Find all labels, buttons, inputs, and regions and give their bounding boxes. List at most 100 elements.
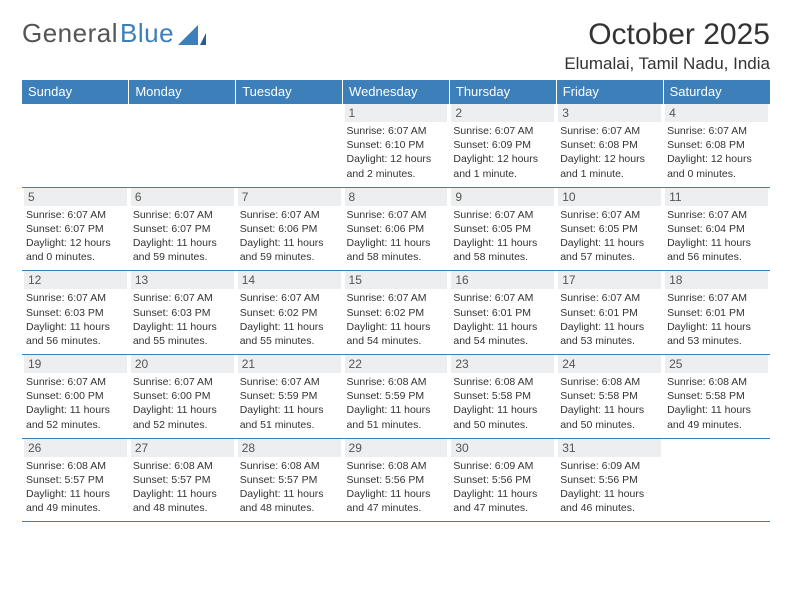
calendar-day-cell: 29 Sunrise: 6:08 AMSunset: 5:56 PMDayligh… xyxy=(343,438,450,522)
calendar-day-cell: 13Sunrise: 6:07 AMSunset: 6:03 PMDayligh… xyxy=(129,271,236,355)
day-number: 25 xyxy=(665,355,768,373)
calendar-week-row: 12 Sunrise: 6:07 AMSunset: 6:03 PMDayligh… xyxy=(22,271,770,355)
day-number: 1 xyxy=(345,104,448,122)
day-number: 4 xyxy=(665,104,768,122)
day-details: Sunrise: 6:07 AMSunset: 6:06 PMDaylight:… xyxy=(238,208,341,265)
calendar-day-cell: 6 Sunrise: 6:07 AMSunset: 6:07 PMDaylight… xyxy=(129,187,236,271)
day-details: Sunrise: 6:07 AMSunset: 6:01 PMDaylight:… xyxy=(665,291,768,348)
calendar-day-cell: 3 Sunrise: 6:07 AMSunset: 6:08 PMDaylight… xyxy=(556,104,663,188)
calendar-week-row: 19Sunrise: 6:07 AMSunset: 6:00 PMDayligh… xyxy=(22,355,770,439)
calendar-week-row: 1 Sunrise: 6:07 AMSunset: 6:10 PMDaylight… xyxy=(22,104,770,188)
title-location: Elumalai, Tamil Nadu, India xyxy=(564,54,770,74)
day-details: Sunrise: 6:07 AMSunset: 6:07 PMDaylight:… xyxy=(131,208,234,265)
calendar-day-cell: 11 Sunrise: 6:07 AMSunset: 6:04 PMDayligh… xyxy=(663,187,770,271)
day-details: Sunrise: 6:07 AMSunset: 5:59 PMDaylight:… xyxy=(238,375,341,432)
day-details: Sunrise: 6:07 AMSunset: 6:08 PMDaylight:… xyxy=(665,124,768,181)
day-number: 18 xyxy=(665,271,768,289)
day-number: 30 xyxy=(451,439,554,457)
day-details: Sunrise: 6:08 AMSunset: 5:57 PMDaylight:… xyxy=(131,459,234,516)
day-details: Sunrise: 6:08 AMSunset: 5:59 PMDaylight:… xyxy=(345,375,448,432)
day-details: Sunrise: 6:07 AMSunset: 6:02 PMDaylight:… xyxy=(345,291,448,348)
calendar-day-cell: 15 Sunrise: 6:07 AMSunset: 6:02 PMDayligh… xyxy=(343,271,450,355)
day-details: Sunrise: 6:08 AMSunset: 5:57 PMDaylight:… xyxy=(238,459,341,516)
day-number: 19 xyxy=(24,355,127,373)
day-number: 3 xyxy=(558,104,661,122)
calendar-week-row: 5Sunrise: 6:07 AMSunset: 6:07 PMDaylight… xyxy=(22,187,770,271)
calendar-week-row: 26Sunrise: 6:08 AMSunset: 5:57 PMDayligh… xyxy=(22,438,770,522)
calendar-day-cell: 21 Sunrise: 6:07 AMSunset: 5:59 PMDayligh… xyxy=(236,355,343,439)
calendar-day-cell: 22 Sunrise: 6:08 AMSunset: 5:59 PMDayligh… xyxy=(343,355,450,439)
day-details: Sunrise: 6:09 AMSunset: 5:56 PMDaylight:… xyxy=(558,459,661,516)
day-number: 29 xyxy=(345,439,448,457)
day-number: 22 xyxy=(345,355,448,373)
day-number: 12 xyxy=(24,271,127,289)
day-details: Sunrise: 6:07 AMSunset: 6:03 PMDaylight:… xyxy=(24,291,127,348)
weekday-header: Wednesday xyxy=(343,80,450,104)
day-number: 31 xyxy=(558,439,661,457)
weekday-header-row: SundayMondayTuesdayWednesdayThursdayFrid… xyxy=(22,80,770,104)
calendar-day-cell: 31 Sunrise: 6:09 AMSunset: 5:56 PMDayligh… xyxy=(556,438,663,522)
weekday-header: Monday xyxy=(129,80,236,104)
day-details: Sunrise: 6:07 AMSunset: 6:05 PMDaylight:… xyxy=(558,208,661,265)
day-details: Sunrise: 6:08 AMSunset: 5:58 PMDaylight:… xyxy=(665,375,768,432)
day-details: Sunrise: 6:07 AMSunset: 6:05 PMDaylight:… xyxy=(451,208,554,265)
calendar-day-cell: 19Sunrise: 6:07 AMSunset: 6:00 PMDayligh… xyxy=(22,355,129,439)
calendar-day-cell: 1 Sunrise: 6:07 AMSunset: 6:10 PMDaylight… xyxy=(343,104,450,188)
day-details: Sunrise: 6:07 AMSunset: 6:04 PMDaylight:… xyxy=(665,208,768,265)
calendar-day-cell: 28 Sunrise: 6:08 AMSunset: 5:57 PMDayligh… xyxy=(236,438,343,522)
day-details: Sunrise: 6:07 AMSunset: 6:01 PMDaylight:… xyxy=(558,291,661,348)
day-number: 16 xyxy=(451,271,554,289)
calendar-day-cell: 23Sunrise: 6:08 AMSunset: 5:58 PMDayligh… xyxy=(449,355,556,439)
calendar-day-cell: 8 Sunrise: 6:07 AMSunset: 6:06 PMDaylight… xyxy=(343,187,450,271)
day-number: 6 xyxy=(131,188,234,206)
day-number: 15 xyxy=(345,271,448,289)
title-block: October 2025 Elumalai, Tamil Nadu, India xyxy=(564,18,770,74)
title-month: October 2025 xyxy=(564,18,770,52)
day-number: 17 xyxy=(558,271,661,289)
calendar-day-cell: 20Sunrise: 6:07 AMSunset: 6:00 PMDayligh… xyxy=(129,355,236,439)
calendar-day-cell: 24 Sunrise: 6:08 AMSunset: 5:58 PMDayligh… xyxy=(556,355,663,439)
day-number: 28 xyxy=(238,439,341,457)
weekday-header: Thursday xyxy=(449,80,556,104)
day-details: Sunrise: 6:07 AMSunset: 6:10 PMDaylight:… xyxy=(345,124,448,181)
calendar-day-cell: 2Sunrise: 6:07 AMSunset: 6:09 PMDaylight… xyxy=(449,104,556,188)
day-details: Sunrise: 6:07 AMSunset: 6:01 PMDaylight:… xyxy=(451,291,554,348)
day-details: Sunrise: 6:08 AMSunset: 5:58 PMDaylight:… xyxy=(558,375,661,432)
day-number: 24 xyxy=(558,355,661,373)
day-number: 8 xyxy=(345,188,448,206)
day-details: Sunrise: 6:07 AMSunset: 6:00 PMDaylight:… xyxy=(131,375,234,432)
day-details: Sunrise: 6:08 AMSunset: 5:56 PMDaylight:… xyxy=(345,459,448,516)
calendar-day-cell: 14Sunrise: 6:07 AMSunset: 6:02 PMDayligh… xyxy=(236,271,343,355)
day-number: 5 xyxy=(24,188,127,206)
day-details: Sunrise: 6:07 AMSunset: 6:06 PMDaylight:… xyxy=(345,208,448,265)
calendar-day-cell: 26Sunrise: 6:08 AMSunset: 5:57 PMDayligh… xyxy=(22,438,129,522)
weekday-header: Saturday xyxy=(663,80,770,104)
day-number: 26 xyxy=(24,439,127,457)
calendar-day-cell xyxy=(236,104,343,188)
weekday-header: Friday xyxy=(556,80,663,104)
day-details: Sunrise: 6:07 AMSunset: 6:09 PMDaylight:… xyxy=(451,124,554,181)
calendar-day-cell: 25 Sunrise: 6:08 AMSunset: 5:58 PMDayligh… xyxy=(663,355,770,439)
day-details: Sunrise: 6:07 AMSunset: 6:08 PMDaylight:… xyxy=(558,124,661,181)
day-number: 21 xyxy=(238,355,341,373)
calendar-day-cell: 4 Sunrise: 6:07 AMSunset: 6:08 PMDaylight… xyxy=(663,104,770,188)
day-details: Sunrise: 6:07 AMSunset: 6:07 PMDaylight:… xyxy=(24,208,127,265)
calendar-day-cell xyxy=(129,104,236,188)
calendar-day-cell: 16 Sunrise: 6:07 AMSunset: 6:01 PMDayligh… xyxy=(449,271,556,355)
calendar-day-cell: 7Sunrise: 6:07 AMSunset: 6:06 PMDaylight… xyxy=(236,187,343,271)
day-number: 14 xyxy=(238,271,341,289)
day-number: 10 xyxy=(558,188,661,206)
day-details: Sunrise: 6:09 AMSunset: 5:56 PMDaylight:… xyxy=(451,459,554,516)
logo-sail-icon xyxy=(178,23,206,45)
day-number: 27 xyxy=(131,439,234,457)
calendar-day-cell: 12 Sunrise: 6:07 AMSunset: 6:03 PMDayligh… xyxy=(22,271,129,355)
day-number: 11 xyxy=(665,188,768,206)
weekday-header: Sunday xyxy=(22,80,129,104)
calendar-day-cell: 18 Sunrise: 6:07 AMSunset: 6:01 PMDayligh… xyxy=(663,271,770,355)
day-number: 23 xyxy=(451,355,554,373)
calendar-day-cell: 5 Sunrise: 6:07 AMSunset: 6:07 PMDaylight… xyxy=(22,187,129,271)
calendar-day-cell: 30 Sunrise: 6:09 AMSunset: 5:56 PMDayligh… xyxy=(449,438,556,522)
calendar-day-cell: 27 Sunrise: 6:08 AMSunset: 5:57 PMDayligh… xyxy=(129,438,236,522)
calendar-table: SundayMondayTuesdayWednesdayThursdayFrid… xyxy=(22,80,770,522)
calendar-day-cell: 10 Sunrise: 6:07 AMSunset: 6:05 PMDayligh… xyxy=(556,187,663,271)
